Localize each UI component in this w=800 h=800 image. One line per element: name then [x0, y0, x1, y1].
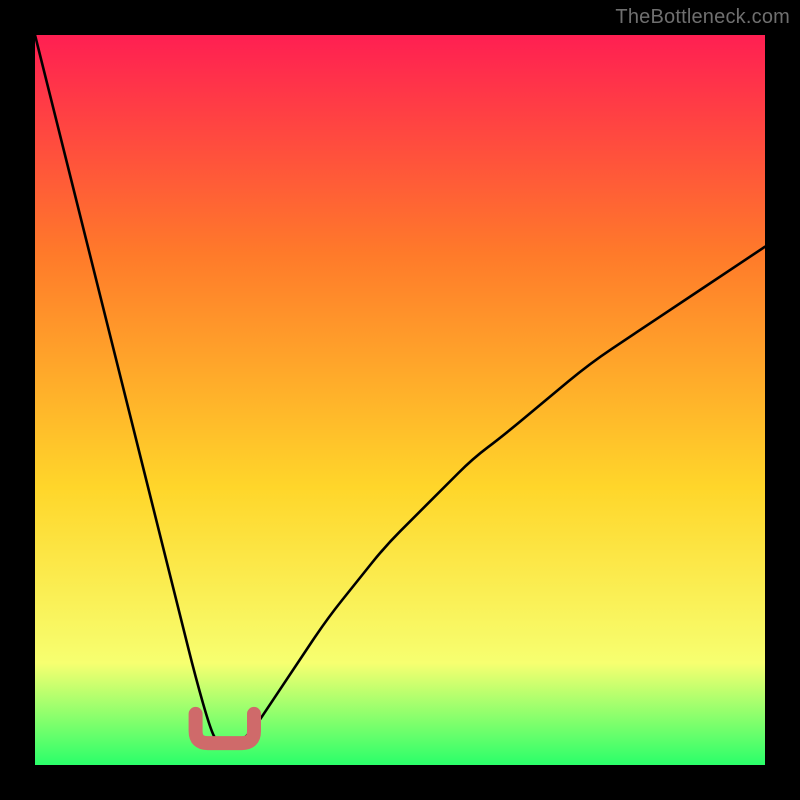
bottleneck-plot — [35, 35, 765, 765]
watermark-text: TheBottleneck.com — [615, 6, 790, 29]
chart-frame: TheBottleneck.com — [0, 0, 800, 800]
plot-background — [35, 35, 765, 765]
